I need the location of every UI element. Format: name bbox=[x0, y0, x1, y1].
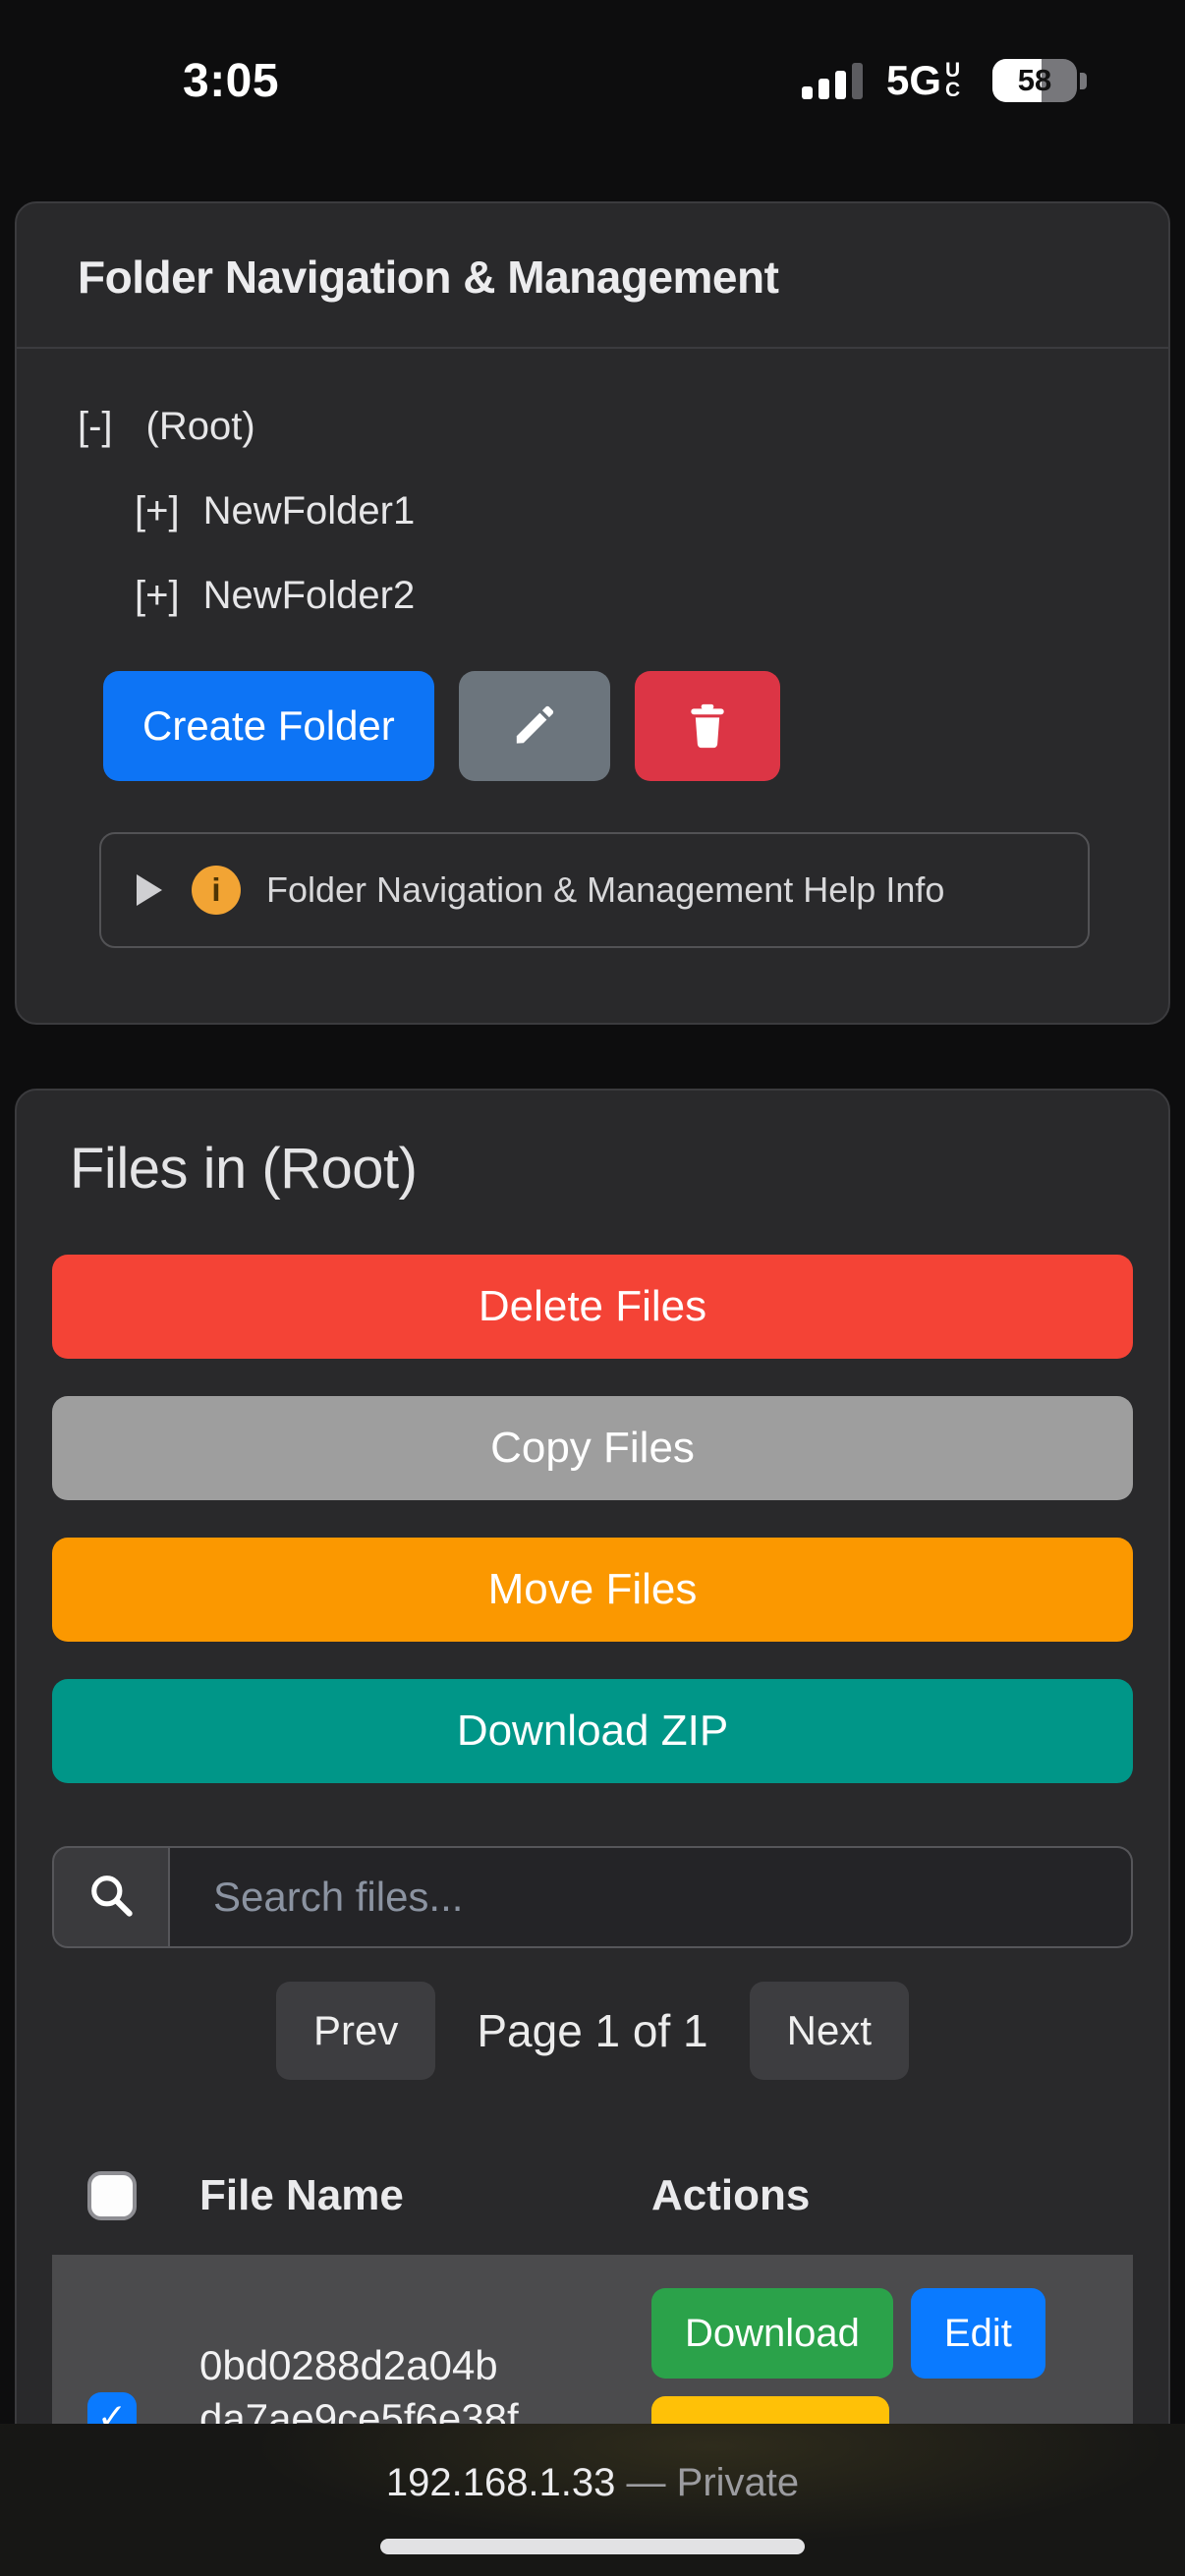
status-icons: 5G UC 58 bbox=[802, 57, 1087, 104]
file-search bbox=[52, 1846, 1133, 1948]
folder-tree: [-] (Root) [+] NewFolder1 [+] NewFolder2 bbox=[78, 384, 1107, 638]
pagination: Prev Page 1 of 1 Next bbox=[52, 1982, 1133, 2080]
tree-item-newfolder2[interactable]: [+] NewFolder2 bbox=[135, 553, 1107, 638]
battery-nub bbox=[1080, 73, 1087, 89]
file-table-header: File Name Actions bbox=[52, 2137, 1133, 2255]
folder-card-title: Folder Navigation & Management bbox=[17, 203, 1168, 349]
tree-item-label[interactable]: (Root) bbox=[146, 405, 255, 449]
home-indicator[interactable] bbox=[380, 2539, 805, 2554]
move-files-button[interactable]: Move Files bbox=[52, 1538, 1133, 1642]
tree-item-newfolder1[interactable]: [+] NewFolder1 bbox=[135, 469, 1107, 553]
cellular-signal-icon bbox=[802, 63, 863, 99]
download-file-button[interactable]: Download bbox=[651, 2288, 893, 2379]
search-input[interactable] bbox=[170, 1846, 1133, 1948]
network-type-indicator: 5G UC bbox=[886, 57, 969, 104]
status-time: 3:05 bbox=[183, 54, 279, 108]
next-page-button[interactable]: Next bbox=[750, 1982, 909, 2080]
delete-folder-button[interactable] bbox=[635, 671, 780, 781]
browser-bottom-bar: 192.168.1.33 — Private bbox=[0, 2424, 1185, 2576]
page-indicator: Page 1 of 1 bbox=[477, 2004, 707, 2057]
edit-file-button[interactable]: Edit bbox=[911, 2288, 1045, 2379]
files-card-title: Files in (Root) bbox=[70, 1136, 1133, 1202]
rename-folder-button[interactable] bbox=[459, 671, 610, 781]
copy-files-button[interactable]: Copy Files bbox=[52, 1396, 1133, 1500]
tree-collapse-toggle[interactable]: [-] bbox=[78, 405, 113, 449]
actions-column-header: Actions bbox=[651, 2171, 810, 2220]
pencil-icon bbox=[507, 698, 562, 756]
tree-expand-toggle[interactable]: [+] bbox=[135, 489, 180, 533]
delete-files-button[interactable]: Delete Files bbox=[52, 1255, 1133, 1359]
phone-screen: 3:05 5G UC 58 Folder Navigation & Manage… bbox=[0, 0, 1185, 2576]
info-icon: i bbox=[192, 866, 241, 915]
tree-item-root[interactable]: [-] (Root) bbox=[78, 384, 1107, 469]
prev-page-button[interactable]: Prev bbox=[276, 1982, 435, 2080]
disclosure-triangle-icon bbox=[137, 874, 162, 906]
files-card: Files in (Root) Delete Files Copy Files … bbox=[15, 1089, 1170, 2576]
select-all-checkbox[interactable] bbox=[87, 2171, 137, 2220]
status-bar: 3:05 5G UC 58 bbox=[0, 0, 1185, 147]
folder-actions-row: Create Folder bbox=[103, 671, 1107, 781]
tree-expand-toggle[interactable]: [+] bbox=[135, 574, 180, 618]
trash-icon bbox=[681, 699, 734, 755]
folder-card-body: [-] (Root) [+] NewFolder1 [+] NewFolder2… bbox=[17, 349, 1168, 1023]
search-icon bbox=[84, 1868, 139, 1928]
address-bar[interactable]: 192.168.1.33 — Private bbox=[0, 2424, 1185, 2505]
network-sub-label: UC bbox=[945, 61, 969, 100]
download-zip-button[interactable]: Download ZIP bbox=[52, 1679, 1133, 1783]
tree-item-label[interactable]: NewFolder2 bbox=[203, 574, 416, 618]
file-name-column-header: File Name bbox=[199, 2171, 651, 2220]
help-summary-label: Folder Navigation & Management Help Info bbox=[266, 869, 944, 911]
help-disclosure[interactable]: i Folder Navigation & Management Help In… bbox=[99, 832, 1090, 948]
url-text: 192.168.1.33 bbox=[386, 2461, 616, 2504]
search-icon-box bbox=[52, 1846, 170, 1948]
battery-icon: 58 bbox=[992, 59, 1087, 102]
network-label: 5G bbox=[886, 57, 941, 104]
file-name-line: 0bd0288d2a04b bbox=[199, 2339, 651, 2392]
create-folder-button[interactable]: Create Folder bbox=[103, 671, 434, 781]
battery-percent: 58 bbox=[992, 59, 1077, 102]
private-mode-label: — Private bbox=[627, 2461, 800, 2504]
folder-navigation-card: Folder Navigation & Management [-] (Root… bbox=[15, 201, 1170, 1025]
tree-item-label[interactable]: NewFolder1 bbox=[203, 489, 416, 533]
